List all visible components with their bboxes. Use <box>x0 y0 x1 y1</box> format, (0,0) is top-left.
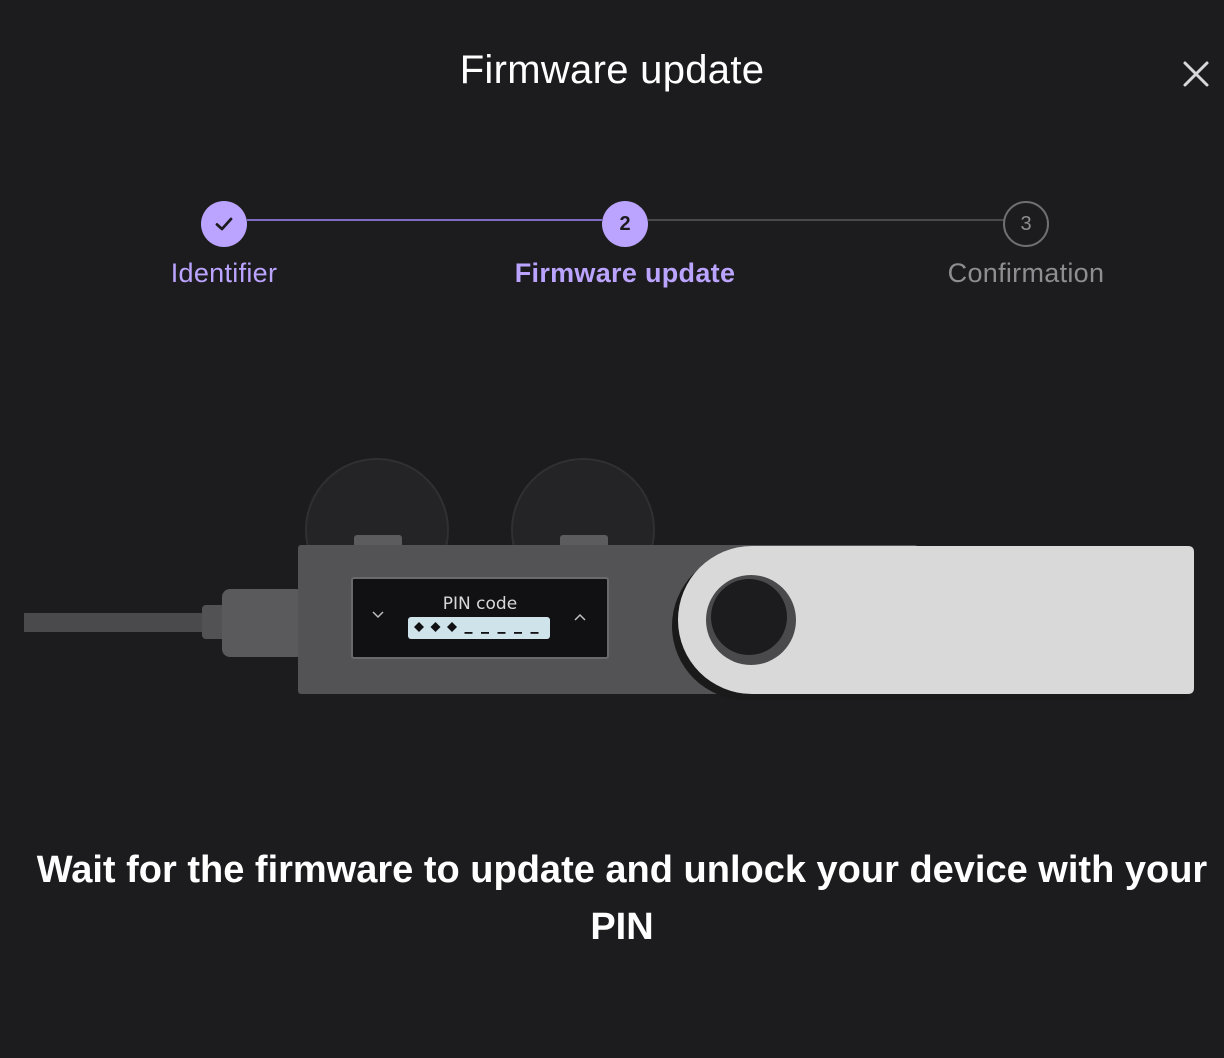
pin-digit-empty <box>530 632 539 634</box>
ledger-device-graphic: PIN code <box>24 458 1194 700</box>
pin-field <box>408 617 550 639</box>
step-connector-upcoming <box>648 219 1004 221</box>
status-message: Wait for the firmware to update and unlo… <box>36 849 1208 948</box>
usb-connector <box>222 589 304 657</box>
step-1-label: Identifier <box>170 258 278 288</box>
pin-digit-empty <box>497 632 506 634</box>
check-icon <box>215 217 233 231</box>
usb-cable <box>24 613 214 632</box>
pin-digit-empty <box>514 632 522 634</box>
step-3-indicator: 3 <box>1003 201 1049 247</box>
step-2-label: Firmware update <box>514 258 736 288</box>
pin-digit-empty <box>481 632 489 634</box>
screen-title: PIN code <box>443 594 517 614</box>
step-1-indicator <box>201 201 247 247</box>
step-connector-completed <box>247 219 602 221</box>
swivel-hole <box>711 579 787 655</box>
step-3-label: Confirmation <box>947 258 1105 288</box>
device-illustration: PIN code <box>0 440 1224 740</box>
pin-digit-empty <box>464 632 473 634</box>
step-2-indicator: 2 <box>602 201 648 247</box>
stepper: 2 3 Identifier Firmware update Confirmat… <box>0 0 1224 320</box>
